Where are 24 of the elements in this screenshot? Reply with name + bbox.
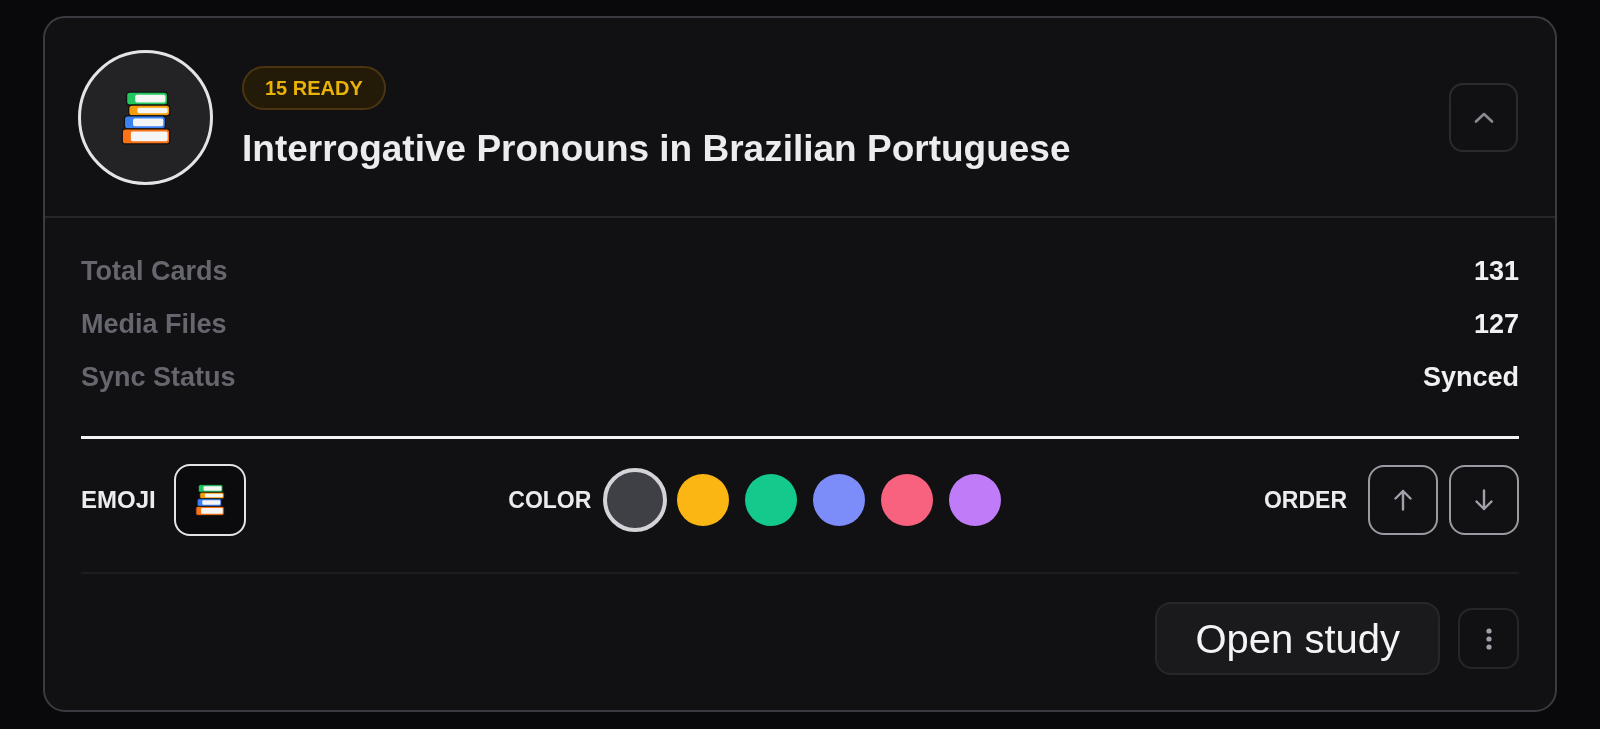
- stat-label: Total Cards: [81, 254, 228, 288]
- emoji-picker-button[interactable]: [173, 464, 246, 536]
- stat-label: Sync Status: [81, 360, 236, 394]
- color-swatch[interactable]: [949, 474, 1002, 526]
- color-swatch[interactable]: [881, 474, 934, 526]
- stat-label: Media Files: [81, 307, 227, 341]
- deck-title: Interrogative Pronouns in Brazilian Portuguese: [242, 127, 1071, 170]
- move-down-button[interactable]: [1449, 465, 1519, 535]
- color-label: COLOR: [508, 485, 592, 515]
- arrow-up-icon: [1394, 489, 1412, 511]
- ready-badge: 15 READY: [242, 65, 386, 110]
- stat-value: 127: [1473, 307, 1519, 341]
- stat-value: 131: [1473, 254, 1519, 288]
- order-label: ORDER: [1263, 485, 1347, 515]
- more-icon: [1485, 627, 1492, 650]
- open-study-button[interactable]: Open study: [1155, 602, 1440, 675]
- arrow-down-icon: [1475, 489, 1493, 511]
- move-up-button[interactable]: [1368, 465, 1438, 535]
- books-icon: [193, 484, 226, 516]
- color-swatch[interactable]: [745, 474, 798, 526]
- color-swatch[interactable]: [813, 474, 866, 526]
- color-swatch[interactable]: [677, 474, 730, 526]
- emoji-label: EMOJI: [81, 485, 156, 515]
- stat-value: Synced: [1422, 360, 1519, 394]
